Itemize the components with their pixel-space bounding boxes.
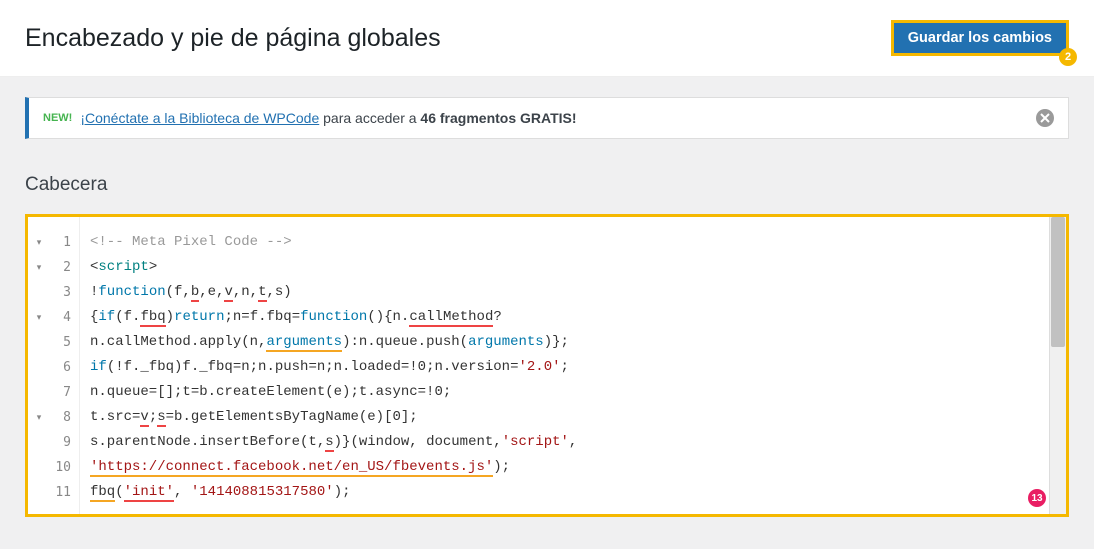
fold-marker[interactable]: [28, 455, 50, 480]
library-notice: NEW! ¡Conéctate a la Biblioteca de WPCod…: [25, 97, 1069, 139]
scroll-thumb[interactable]: [1051, 217, 1065, 347]
code-line[interactable]: n.callMethod.apply(n,arguments):n.queue.…: [90, 330, 1039, 355]
save-button[interactable]: Guardar los cambios: [891, 20, 1069, 56]
line-number: 8: [50, 405, 79, 430]
line-number: 11: [50, 480, 79, 505]
line-number: 7: [50, 380, 79, 405]
fold-marker[interactable]: ▾: [28, 230, 50, 255]
code-area[interactable]: <!-- Meta Pixel Code --><script>!functio…: [80, 217, 1049, 514]
code-line[interactable]: {if(f.fbq)return;n=f.fbq=function(){n.ca…: [90, 305, 1039, 330]
code-line[interactable]: 'https://connect.facebook.net/en_US/fbev…: [90, 455, 1039, 480]
code-editor[interactable]: 1 ▾▾▾▾ 1234567891011 <!-- Meta Pixel Cod…: [25, 214, 1069, 517]
fold-marker[interactable]: ▾: [28, 255, 50, 280]
annotation-badge-2: 2: [1059, 48, 1077, 66]
line-number: 5: [50, 330, 79, 355]
fold-marker[interactable]: [28, 280, 50, 305]
fold-marker[interactable]: [28, 355, 50, 380]
error-count-badge[interactable]: 13: [1028, 489, 1046, 507]
code-line[interactable]: !function(f,b,e,v,n,t,s): [90, 280, 1039, 305]
notice-link[interactable]: ¡Conéctate a la Biblioteca de WPCode: [80, 110, 319, 126]
fold-gutter[interactable]: ▾▾▾▾: [28, 217, 50, 514]
fold-marker[interactable]: ▾: [28, 405, 50, 430]
fold-marker[interactable]: [28, 380, 50, 405]
code-line[interactable]: <script>: [90, 255, 1039, 280]
code-line[interactable]: if(!f._fbq)f._fbq=n;n.push=n;n.loaded=!0…: [90, 355, 1039, 380]
line-number: 6: [50, 355, 79, 380]
fold-marker[interactable]: ▾: [28, 305, 50, 330]
close-icon[interactable]: [1036, 109, 1054, 127]
page-header: Encabezado y pie de página globales Guar…: [0, 0, 1094, 77]
page-title: Encabezado y pie de página globales: [25, 24, 441, 53]
line-number: 4: [50, 305, 79, 330]
line-number: 9: [50, 430, 79, 455]
line-number: 1: [50, 230, 79, 255]
code-line[interactable]: s.parentNode.insertBefore(t,s)}(window, …: [90, 430, 1039, 455]
new-tag: NEW!: [43, 112, 72, 124]
code-line[interactable]: t.src=v;s=b.getElementsByTagName(e)[0];: [90, 405, 1039, 430]
code-line[interactable]: n.queue=[];t=b.createElement(e);t.async=…: [90, 380, 1039, 405]
fold-marker[interactable]: [28, 430, 50, 455]
code-line[interactable]: <!-- Meta Pixel Code -->: [90, 230, 1039, 255]
line-number: 3: [50, 280, 79, 305]
line-number: 2: [50, 255, 79, 280]
fold-marker[interactable]: [28, 480, 50, 505]
line-number: 10: [50, 455, 79, 480]
code-line[interactable]: fbq('init', '141408815317580');: [90, 480, 1039, 505]
notice-text: ¡Conéctate a la Biblioteca de WPCode par…: [80, 110, 576, 126]
section-title: Cabecera: [25, 174, 1069, 196]
scrollbar[interactable]: [1049, 217, 1066, 514]
line-gutter: 1234567891011: [50, 217, 80, 514]
fold-marker[interactable]: [28, 330, 50, 355]
